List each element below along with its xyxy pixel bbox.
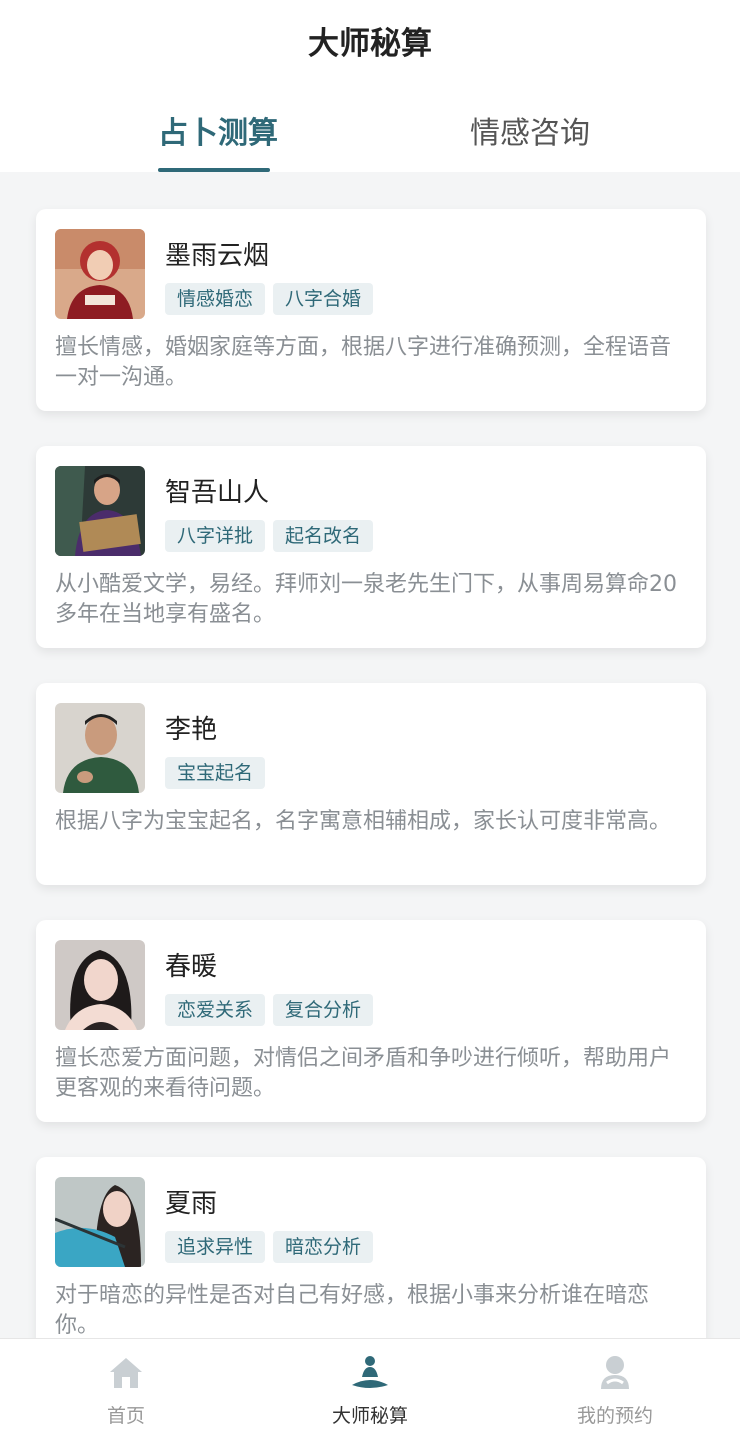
tag-list: 八字详批 起名改名 [165, 520, 381, 554]
tab-bar: 占卜测算 情感咨询 [0, 100, 740, 172]
master-description: 对于暗恋的异性是否对自己有好感，根据小事来分析谁在暗恋你。 [55, 1283, 650, 1338]
app: 大师秘算 占卜测算 情感咨询 墨雨云烟 情感婚恋 八字合婚 擅长情感，婚姻家庭等… [0, 0, 740, 1440]
nav-home-label: 首页 [106, 1405, 145, 1427]
avatar [55, 703, 145, 793]
nav-home[interactable]: 首页 [26, 1339, 226, 1440]
avatar [55, 940, 145, 1030]
meditation-icon [352, 1356, 388, 1388]
avatar [55, 1177, 145, 1267]
master-card[interactable]: 墨雨云烟 情感婚恋 八字合婚 擅长情感，婚姻家庭等方面，根据八字进行准确预测，全程… [36, 209, 706, 411]
tag: 情感婚恋 [165, 283, 266, 315]
profile-icon [601, 1356, 629, 1389]
tag: 暗恋分析 [273, 1231, 374, 1263]
tag-list: 追求异性 暗恋分析 [165, 1231, 381, 1265]
tag-list: 恋爱关系 复合分析 [165, 994, 381, 1028]
bottom-nav: 首页 大师秘算 我的预约 [0, 1338, 740, 1440]
master-description: 擅长恋爱方面问题，对情侣之间矛盾和争吵进行倾听，帮助用户更客观的来看待问题。 [55, 1046, 672, 1101]
master-description: 从小酷爱文学，易经。拜师刘一泉老先生门下，从事周易算命20多年在当地享有盛名。 [55, 572, 677, 627]
master-name: 智吾山人 [165, 478, 270, 508]
nav-booking-label: 我的预约 [576, 1405, 653, 1427]
master-list[interactable]: 墨雨云烟 情感婚恋 八字合婚 擅长情感，婚姻家庭等方面，根据八字进行准确预测，全程… [0, 172, 740, 1338]
master-card[interactable]: 李艳 宝宝起名 根据八字为宝宝起名，名字寓意相辅相成，家长认可度非常高。 [36, 683, 706, 885]
tag: 追求异性 [165, 1231, 266, 1263]
nav-master[interactable]: 大师秘算 [270, 1339, 470, 1440]
tag: 起名改名 [273, 520, 374, 552]
tag: 恋爱关系 [165, 994, 266, 1026]
tag: 八字合婚 [273, 283, 374, 315]
master-card[interactable]: 智吾山人 八字详批 起名改名 从小酷爱文学，易经。拜师刘一泉老先生门下，从事周易算… [36, 446, 706, 648]
master-card[interactable]: 春暖 恋爱关系 复合分析 擅长恋爱方面问题，对情侣之间矛盾和争吵进行倾听，帮助用户… [36, 920, 706, 1122]
tag-list: 宝宝起名 [165, 757, 273, 791]
tag: 复合分析 [273, 994, 374, 1026]
master-name: 李艳 [165, 715, 218, 745]
avatar [55, 466, 145, 556]
master-name: 春暖 [165, 952, 218, 982]
avatar [55, 229, 145, 319]
tag-list: 情感婚恋 八字合婚 [165, 283, 381, 317]
master-name: 墨雨云烟 [165, 241, 270, 271]
tag: 宝宝起名 [165, 757, 266, 789]
tag: 八字详批 [165, 520, 266, 552]
nav-booking[interactable]: 我的预约 [515, 1339, 715, 1440]
home-icon [110, 1358, 142, 1388]
master-card[interactable]: 夏雨 追求异性 暗恋分析 对于暗恋的异性是否对自己有好感，根据小事来分析谁在暗恋你… [36, 1157, 706, 1338]
master-description: 擅长情感，婚姻家庭等方面，根据八字进行准确预测，全程语音一对一沟通。 [55, 335, 672, 390]
header: 大师秘算 占卜测算 情感咨询 [0, 0, 740, 172]
master-description: 根据八字为宝宝起名，名字寓意相辅相成，家长认可度非常高。 [55, 809, 672, 834]
master-name: 夏雨 [165, 1189, 218, 1219]
tab-emotion-consult[interactable]: 情感咨询 [470, 108, 590, 152]
page-title: 大师秘算 [308, 26, 432, 62]
nav-master-label: 大师秘算 [331, 1405, 408, 1427]
tab-divination[interactable]: 占卜测算 [158, 108, 278, 152]
